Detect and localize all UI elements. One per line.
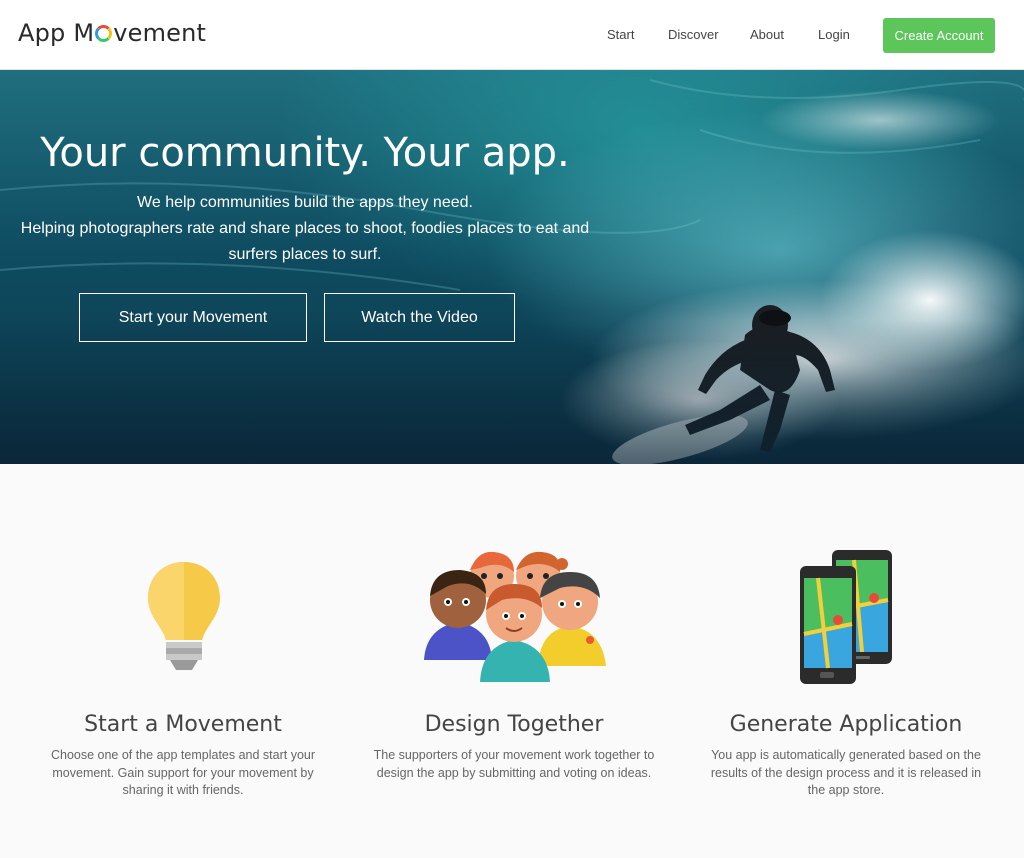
top-navbar: App M vement Start Discover About Login C… [0,0,1024,70]
create-account-button[interactable]: Create Account [883,18,995,53]
feature-title-design-together: Design Together [424,712,604,737]
hero-subtitle-line2: Helping photographers rate and share pla… [20,220,590,237]
nav-discover-link[interactable]: Discover [668,27,719,42]
nav-start-link[interactable]: Start [607,27,634,42]
app-logo[interactable]: App M vement [18,19,206,47]
people-group-icon [420,548,610,689]
hero-subtitle-line3: surfers places to surf. [228,246,382,263]
start-movement-button[interactable]: Start your Movement [79,293,307,342]
phones-map-icon [800,550,894,689]
logo-ring-icon [95,25,113,42]
feature-desc-start-movement: Choose one of the app templates and star… [50,748,316,797]
logo-text-end: vement [113,19,207,47]
feature-desc-design-together: The supporters of your movement work tog… [373,748,655,780]
hero-subtitle-line1: We help communities build the apps they … [137,194,473,211]
feature-desc-generate-application: You app is automatically generated based… [710,748,982,797]
hero-banner: Your community. Your app. We help commun… [0,70,1024,464]
lightbulb-icon [146,560,222,677]
nav-login-link[interactable]: Login [818,27,850,42]
logo-text-start: App M [18,19,95,47]
watch-video-button[interactable]: Watch the Video [324,293,515,342]
nav-about-link[interactable]: About [750,27,784,42]
hero-title: Your community. Your app. [40,130,570,176]
feature-title-start-movement: Start a Movement [84,712,282,737]
feature-title-generate-application: Generate Application [729,712,963,737]
